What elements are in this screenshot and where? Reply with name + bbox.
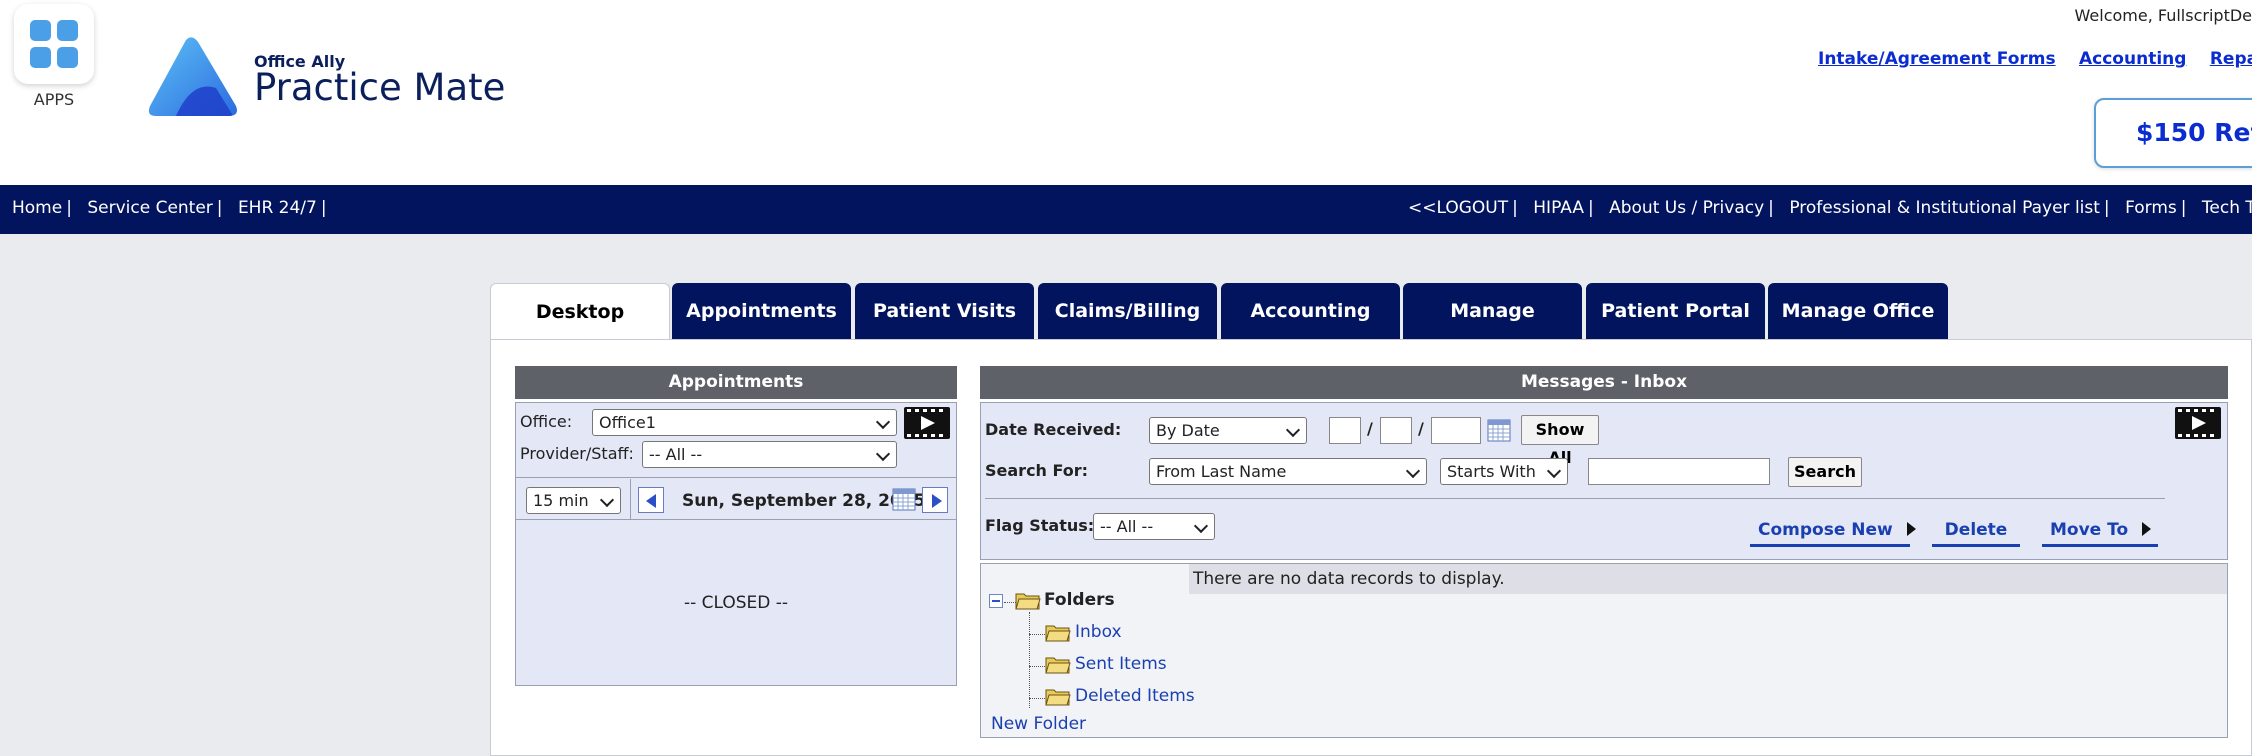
nav-about[interactable]: About Us / Privacy bbox=[1609, 198, 1764, 218]
nav-service-center[interactable]: Service Center bbox=[87, 198, 212, 218]
messages-panel-title: Messages - Inbox bbox=[980, 366, 2228, 399]
interval-select-value: 15 min bbox=[533, 491, 589, 510]
tab-manage-patients[interactable]: Manage Patients bbox=[1403, 283, 1582, 379]
chevron-down-icon bbox=[1193, 518, 1209, 534]
header-links: Intake/Agreement Forms Accounting Repair… bbox=[1818, 49, 2252, 69]
compose-new-label: Compose New bbox=[1758, 520, 1893, 540]
nav-tech-training[interactable]: Tech Training bbox=[2202, 198, 2252, 218]
inbox-folder-icon bbox=[1045, 625, 1071, 642]
video-tutorial-icon[interactable] bbox=[904, 407, 950, 439]
office-label: Office: bbox=[520, 412, 573, 431]
date-year-input[interactable] bbox=[1431, 417, 1481, 444]
chevron-down-icon bbox=[875, 446, 891, 462]
top-navbar: Home | Service Center | EHR 24/7 | <<LOGOUT… bbox=[0, 185, 2252, 234]
video-tutorial-icon[interactable] bbox=[2175, 407, 2221, 439]
tab-patient-visits[interactable]: Patient Visits bbox=[855, 283, 1034, 340]
nav-logout[interactable]: <<LOGOUT bbox=[1408, 198, 1508, 218]
nav-ehr[interactable]: EHR 24/7 bbox=[238, 198, 317, 218]
search-field-value: From Last Name bbox=[1156, 462, 1287, 481]
appointments-panel-title: Appointments bbox=[515, 366, 957, 399]
folder-inbox-link[interactable]: Inbox bbox=[1075, 622, 1122, 642]
repairable-claims-link[interactable]: Repairable Cla bbox=[2210, 49, 2252, 69]
tab-appointments[interactable]: Appointments bbox=[672, 283, 851, 340]
provider-label: Provider/Staff: bbox=[520, 444, 634, 463]
chevron-down-icon bbox=[599, 492, 615, 508]
messages-filter-panel: Date Received: By Date / / Show All Sear… bbox=[980, 402, 2228, 560]
nav-hipaa[interactable]: HIPAA bbox=[1533, 198, 1584, 218]
desktop-content: Appointments Office: Office1 Provider/St… bbox=[490, 339, 2252, 756]
tab-patient-portal[interactable]: Patient Portal bbox=[1586, 283, 1765, 340]
sent-folder-icon bbox=[1045, 657, 1071, 674]
date-month-input[interactable] bbox=[1329, 417, 1361, 444]
app-header: APPS Office Ally Practice Mate Welcome, … bbox=[0, 0, 2252, 185]
appointments-panel: Office: Office1 Provider/Staff: -- All -… bbox=[515, 402, 957, 686]
tab-desktop[interactable]: Desktop bbox=[490, 283, 670, 340]
date-separator: / bbox=[1367, 419, 1373, 438]
search-mode-value: Starts With bbox=[1447, 462, 1536, 481]
closed-indicator: -- CLOSED -- bbox=[683, 593, 789, 613]
search-mode-select[interactable]: Starts With bbox=[1440, 458, 1568, 485]
collapse-toggle-icon[interactable] bbox=[989, 594, 1003, 608]
practice-mate-logo-icon bbox=[148, 37, 237, 116]
tab-accounting[interactable]: Accounting bbox=[1221, 283, 1400, 340]
chevron-down-icon bbox=[875, 414, 891, 430]
accounting-link[interactable]: Accounting bbox=[2079, 49, 2186, 69]
apps-grid-icon bbox=[30, 20, 78, 68]
apps-button[interactable] bbox=[14, 4, 94, 84]
intake-forms-link[interactable]: Intake/Agreement Forms bbox=[1818, 49, 2056, 69]
calendar-icon[interactable] bbox=[1487, 418, 1511, 442]
schedule-date: Sun, September 28, 2025 bbox=[682, 491, 926, 511]
chevron-down-icon bbox=[1546, 463, 1562, 479]
referral-button[interactable]: $150 Refer bbox=[2094, 98, 2252, 168]
next-day-button[interactable] bbox=[922, 487, 948, 513]
arrow-right-icon bbox=[932, 494, 942, 508]
calendar-icon[interactable] bbox=[892, 487, 916, 511]
new-folder-link[interactable]: New Folder bbox=[991, 714, 1086, 734]
tab-manage-office[interactable]: Manage Office bbox=[1768, 283, 1948, 340]
move-to-label: Move To bbox=[2050, 520, 2129, 540]
no-records-message: There are no data records to display. bbox=[1193, 569, 1505, 589]
search-button[interactable]: Search bbox=[1788, 457, 1862, 487]
office-select-value: Office1 bbox=[599, 413, 656, 432]
show-all-button[interactable]: Show All bbox=[1521, 415, 1599, 467]
arrow-left-icon bbox=[646, 494, 656, 508]
nav-home[interactable]: Home bbox=[12, 198, 62, 218]
messages-list-panel: There are no data records to display. Fo… bbox=[980, 563, 2228, 738]
referral-label: $150 Refer bbox=[2136, 118, 2252, 147]
flag-status-select[interactable]: -- All -- bbox=[1093, 513, 1215, 540]
search-for-label: Search For: bbox=[985, 461, 1089, 480]
interval-select[interactable]: 15 min bbox=[526, 487, 621, 514]
provider-select-value: -- All -- bbox=[649, 445, 703, 464]
brand-product: Practice Mate bbox=[254, 66, 506, 109]
date-received-label: Date Received: bbox=[985, 420, 1122, 439]
apps-label: APPS bbox=[33, 90, 75, 109]
date-mode-value: By Date bbox=[1156, 421, 1220, 440]
folder-deleted-link[interactable]: Deleted Items bbox=[1075, 686, 1195, 706]
welcome-text: Welcome, FullscriptDe bbox=[2074, 6, 2252, 25]
caret-right-icon bbox=[2142, 522, 2152, 536]
folders-root-icon bbox=[1015, 593, 1041, 610]
folder-sent-link[interactable]: Sent Items bbox=[1075, 654, 1167, 674]
chevron-down-icon bbox=[1405, 463, 1421, 479]
caret-right-icon bbox=[1906, 522, 1916, 536]
nav-payer-list[interactable]: Professional & Institutional Payer list bbox=[1789, 198, 2100, 218]
prev-day-button[interactable] bbox=[638, 487, 664, 513]
flag-status-label: Flag Status: bbox=[985, 516, 1095, 535]
folders-root-label: Folders bbox=[1044, 590, 1115, 610]
move-to-button[interactable]: Move To bbox=[2042, 517, 2158, 547]
flag-status-value: -- All -- bbox=[1100, 517, 1154, 536]
delete-button[interactable]: Delete bbox=[1932, 517, 2020, 547]
date-separator: / bbox=[1418, 419, 1424, 438]
provider-select[interactable]: -- All -- bbox=[642, 441, 897, 468]
search-field-select[interactable]: From Last Name bbox=[1149, 458, 1427, 485]
date-day-input[interactable] bbox=[1380, 417, 1412, 444]
nav-forms[interactable]: Forms bbox=[2125, 198, 2177, 218]
search-input[interactable] bbox=[1588, 458, 1770, 485]
tab-claims-billing[interactable]: Claims/Billing bbox=[1038, 283, 1217, 340]
compose-new-button[interactable]: Compose New bbox=[1750, 517, 1916, 547]
date-mode-select[interactable]: By Date bbox=[1149, 417, 1307, 444]
deleted-folder-icon bbox=[1045, 689, 1071, 706]
chevron-down-icon bbox=[1285, 422, 1301, 438]
office-select[interactable]: Office1 bbox=[592, 409, 897, 436]
